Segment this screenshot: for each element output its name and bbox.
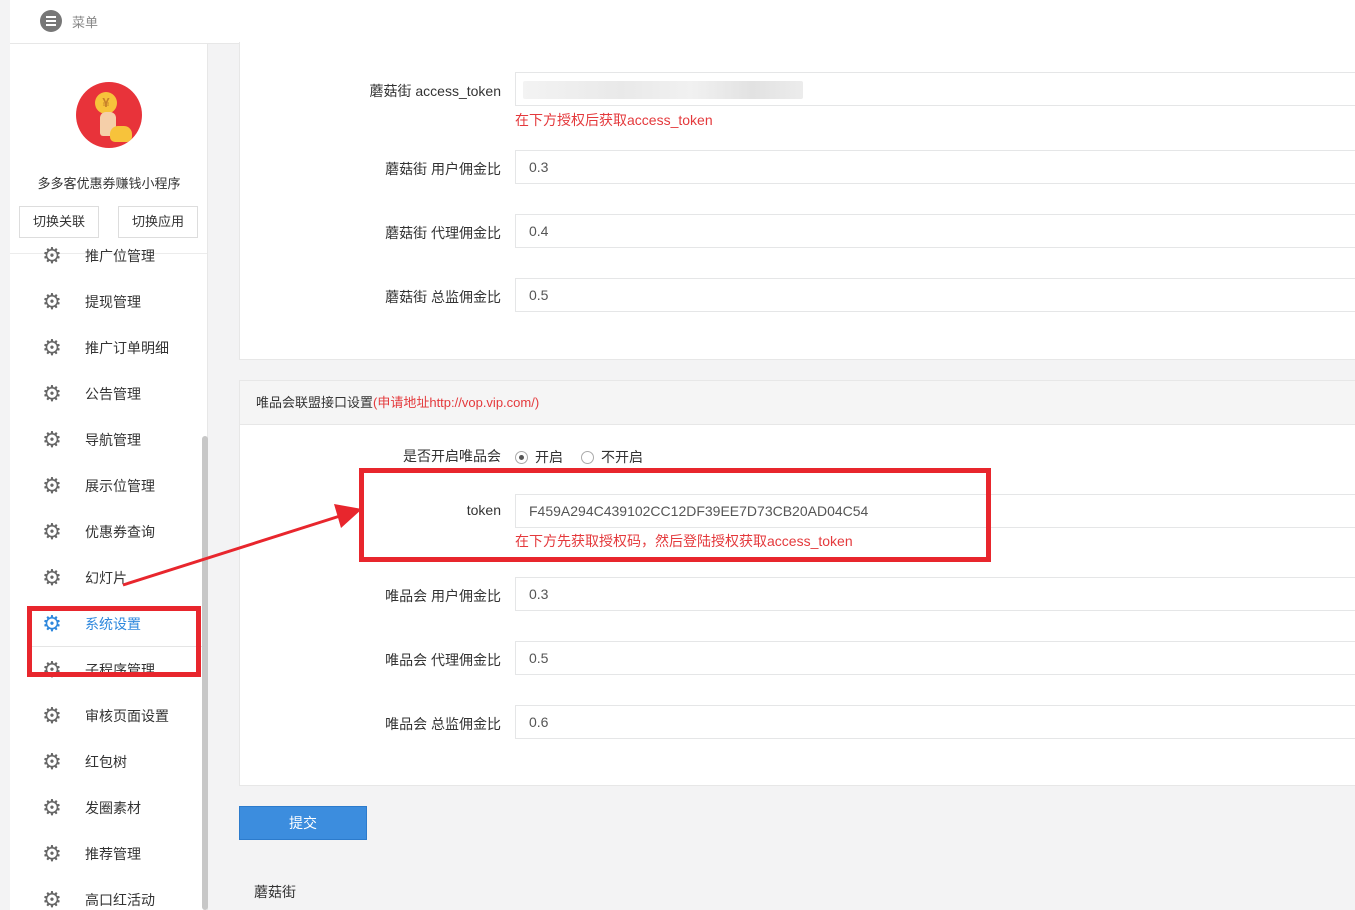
mogujie-user-ratio-label: 蘑菇街 用户佣金比 bbox=[385, 161, 501, 177]
mogujie-user-ratio-input[interactable]: 0.3 bbox=[515, 150, 1355, 184]
sidebar-item-red-packet-tree[interactable]: ⚙ 红包树 bbox=[10, 739, 207, 785]
vip-enable-off-label[interactable]: 不开启 bbox=[601, 447, 643, 467]
system-settings-highlight-box bbox=[27, 606, 201, 677]
vip-director-ratio-label: 唯品会 总监佣金比 bbox=[385, 716, 501, 732]
app-profile: ¥ 多多客优惠券赚钱小程序 切换关联 切换应用 bbox=[10, 44, 207, 254]
gear-icon: ⚙ bbox=[42, 243, 62, 268]
vip-enable-on-label[interactable]: 开启 bbox=[535, 447, 563, 467]
menu-label: 菜单 bbox=[72, 14, 99, 30]
gear-icon: ⚙ bbox=[42, 473, 62, 498]
gear-icon: ⚙ bbox=[42, 703, 62, 728]
app-name: 多多客优惠券赚钱小程序 bbox=[37, 176, 181, 191]
submit-button[interactable]: 提交 bbox=[239, 806, 367, 840]
coin-icon: ¥ bbox=[95, 92, 117, 114]
vip-user-ratio-input[interactable]: 0.3 bbox=[515, 577, 1355, 611]
gear-icon: ⚙ bbox=[42, 841, 62, 866]
gear-icon: ⚙ bbox=[42, 519, 62, 544]
mogujie-director-ratio-label: 蘑菇街 总监佣金比 bbox=[385, 289, 501, 305]
gear-icon: ⚙ bbox=[42, 381, 62, 406]
menu-toggle[interactable]: 菜单 bbox=[40, 10, 98, 32]
vip-director-ratio-input[interactable]: 0.6 bbox=[515, 705, 1355, 739]
sidebar-item-slideshow[interactable]: ⚙ 幻灯片 bbox=[10, 555, 207, 601]
vip-apply-link[interactable]: (申请地址http://vop.vip.com/) bbox=[373, 395, 539, 410]
mogujie-access-token-label: 蘑菇街 access_token bbox=[369, 83, 502, 99]
next-section-title: 蘑菇街 bbox=[254, 884, 296, 900]
sidebar-item-label: 幻灯片 bbox=[85, 570, 127, 586]
app-logo: ¥ bbox=[76, 82, 142, 148]
sidebar-item-recommend[interactable]: ⚙ 推荐管理 bbox=[10, 831, 207, 877]
sidebar-item-label: 推广位管理 bbox=[85, 248, 155, 264]
gear-icon: ⚙ bbox=[42, 427, 62, 452]
sidebar-item-lipstick-event[interactable]: ⚙ 高口红活动 bbox=[10, 877, 207, 910]
sidebar-item-label: 审核页面设置 bbox=[85, 708, 169, 724]
sidebar-nav: ⚙ 推广位管理 ⚙ 提现管理 ⚙ 推广订单明细 ⚙ 公告管理 ⚙ 导航管理 ⚙ … bbox=[10, 245, 207, 910]
sidebar-item-label: 高口红活动 bbox=[85, 892, 155, 908]
sidebar-item-label: 优惠券查询 bbox=[85, 524, 155, 540]
sidebar-item-label: 推广订单明细 bbox=[85, 340, 169, 356]
gear-icon: ⚙ bbox=[42, 289, 62, 314]
vip-agent-ratio-input[interactable]: 0.5 bbox=[515, 641, 1355, 675]
money-bag-graphic bbox=[110, 126, 132, 142]
sidebar-item-label: 展示位管理 bbox=[85, 478, 155, 494]
gear-icon: ⚙ bbox=[42, 565, 62, 590]
mogujie-access-token-hint: 在下方授权后获取access_token bbox=[515, 112, 713, 128]
list-icon bbox=[40, 10, 62, 32]
sidebar-item-navigation[interactable]: ⚙ 导航管理 bbox=[10, 417, 207, 463]
blurred-token-value bbox=[523, 81, 803, 99]
gear-icon: ⚙ bbox=[42, 795, 62, 820]
sidebar-item-label: 公告管理 bbox=[85, 386, 141, 402]
vip-enable-on-radio[interactable] bbox=[515, 450, 528, 464]
sidebar-item-coupon-search[interactable]: ⚙ 优惠券查询 bbox=[10, 509, 207, 555]
gear-icon: ⚙ bbox=[42, 335, 62, 360]
mogujie-director-ratio-input[interactable]: 0.5 bbox=[515, 278, 1355, 312]
sidebar: ¥ 多多客优惠券赚钱小程序 切换关联 切换应用 ⚙ 推广位管理 ⚙ 提现管理 ⚙… bbox=[10, 44, 208, 910]
token-highlight-box bbox=[359, 468, 991, 562]
mogujie-agent-ratio-label: 蘑菇街 代理佣金比 bbox=[385, 225, 501, 241]
vip-panel-header: 唯品会联盟接口设置(申请地址http://vop.vip.com/) bbox=[240, 381, 1355, 425]
sidebar-item-label: 导航管理 bbox=[85, 432, 141, 448]
top-bar: 菜单 bbox=[10, 0, 1355, 44]
sidebar-item-label: 发圈素材 bbox=[85, 800, 141, 816]
sidebar-item-promo-position[interactable]: ⚙ 推广位管理 bbox=[10, 233, 207, 279]
sidebar-item-review-page[interactable]: ⚙ 审核页面设置 bbox=[10, 693, 207, 739]
vip-agent-ratio-label: 唯品会 代理佣金比 bbox=[385, 652, 501, 668]
vip-enable-off-radio[interactable] bbox=[581, 450, 594, 464]
vip-enable-radio-group: 开启 不开启 bbox=[515, 447, 661, 467]
mogujie-settings-panel: 蘑菇街 access_token 在下方授权后获取access_token 蘑菇… bbox=[239, 42, 1355, 360]
sidebar-item-label: 红包树 bbox=[85, 754, 127, 770]
vip-panel-title: 唯品会联盟接口设置 bbox=[256, 395, 374, 410]
sidebar-item-share-material[interactable]: ⚙ 发圈素材 bbox=[10, 785, 207, 831]
sidebar-item-withdraw[interactable]: ⚙ 提现管理 bbox=[10, 279, 207, 325]
vip-enable-label: 是否开启唯品会 bbox=[403, 448, 501, 464]
sidebar-item-display-position[interactable]: ⚙ 展示位管理 bbox=[10, 463, 207, 509]
mogujie-agent-ratio-input[interactable]: 0.4 bbox=[515, 214, 1355, 248]
sidebar-item-label: 提现管理 bbox=[85, 294, 141, 310]
sidebar-scrollbar[interactable] bbox=[202, 436, 208, 910]
gear-icon: ⚙ bbox=[42, 749, 62, 774]
sidebar-item-announcements[interactable]: ⚙ 公告管理 bbox=[10, 371, 207, 417]
vip-settings-panel: 唯品会联盟接口设置(申请地址http://vop.vip.com/) 是否开启唯… bbox=[239, 380, 1355, 786]
vip-user-ratio-label: 唯品会 用户佣金比 bbox=[385, 588, 501, 604]
sidebar-item-label: 推荐管理 bbox=[85, 846, 141, 862]
sidebar-item-promo-orders[interactable]: ⚙ 推广订单明细 bbox=[10, 325, 207, 371]
gear-icon: ⚙ bbox=[42, 887, 62, 910]
